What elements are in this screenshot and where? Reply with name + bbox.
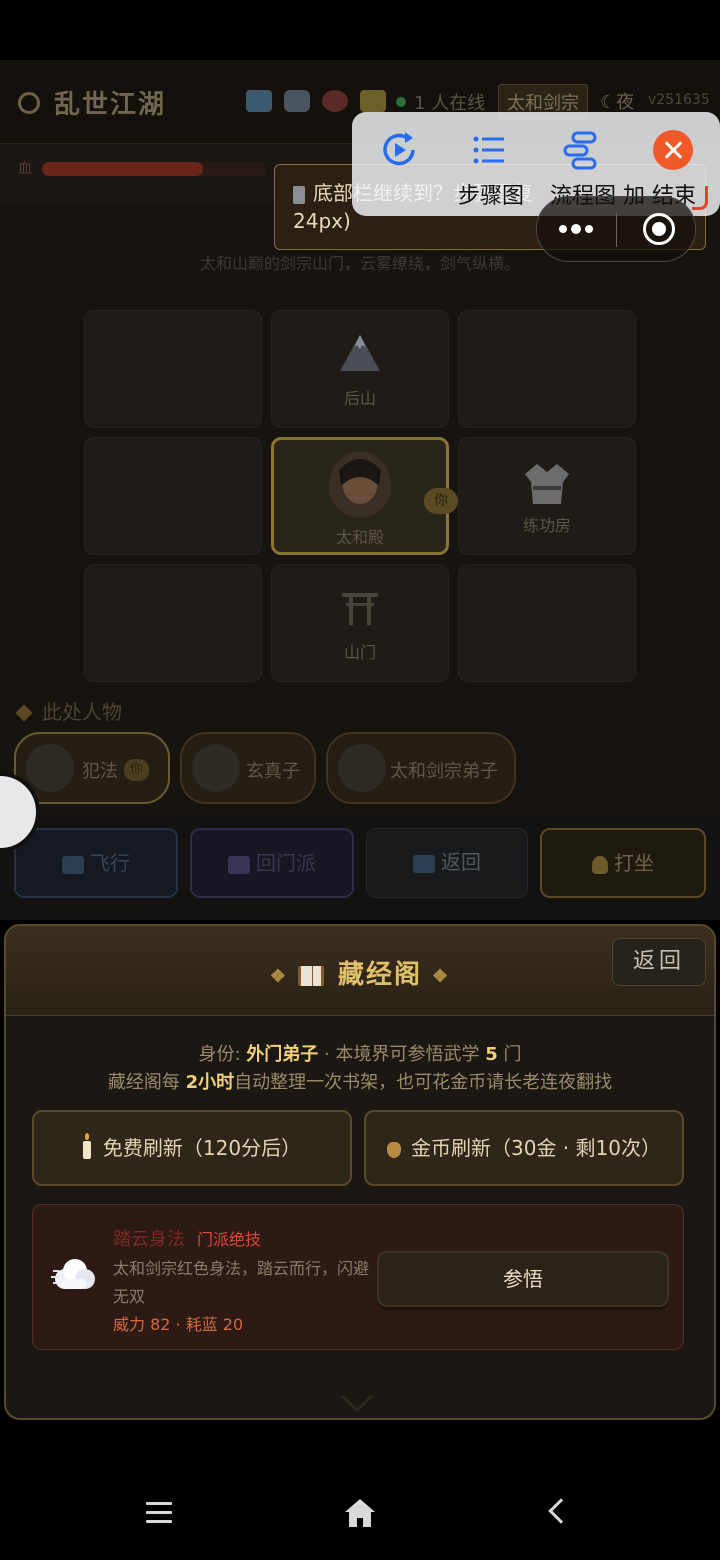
more-icon[interactable] bbox=[557, 221, 597, 237]
skill-name: 踏云身法 bbox=[113, 1229, 185, 1250]
hp-bar bbox=[42, 162, 266, 176]
end-button[interactable] bbox=[638, 130, 708, 170]
map-tile-mountain-gate[interactable]: 山门 bbox=[271, 564, 449, 682]
map-icon bbox=[62, 855, 84, 874]
modal-title: ❖ 藏经阁 ❖ bbox=[269, 960, 451, 990]
identity-info: 身份: 外门弟子 · 本境界可参悟武学 5 门 bbox=[198, 1044, 522, 1065]
npc-chip[interactable]: 玄真子 bbox=[180, 732, 316, 804]
candle-icon bbox=[82, 1132, 91, 1159]
screen: 乱世江湖 1 人在线 太和剑宗 ☾夜 v251635 血 太和山巅的剑宗山门，云… bbox=[0, 0, 720, 1560]
npc-name: 犯法 bbox=[82, 761, 118, 782]
map-tile-empty bbox=[84, 437, 262, 555]
map-tile-training-room[interactable]: 练功房 bbox=[458, 437, 636, 555]
fly-button[interactable]: 飞行 bbox=[14, 828, 178, 898]
cloud-icon bbox=[51, 1259, 95, 1289]
robe-icon bbox=[525, 464, 569, 504]
time-of-day: ☾夜 bbox=[600, 92, 635, 113]
map-tile-empty bbox=[458, 310, 636, 428]
capsule-divider bbox=[616, 213, 617, 247]
mountain-icon bbox=[340, 335, 380, 371]
skill-description: 太和剑宗红色身法，踏云而行，闪避无双 bbox=[113, 1259, 370, 1306]
modal-back-button[interactable]: 返回 bbox=[612, 938, 706, 986]
status-bar bbox=[0, 0, 720, 60]
diamond-icon bbox=[15, 704, 33, 722]
chat-icon[interactable] bbox=[284, 90, 310, 112]
flowchart-icon bbox=[563, 131, 597, 170]
miniprogram-capsule bbox=[536, 196, 696, 262]
npc-avatar bbox=[338, 744, 386, 792]
npc-avatar bbox=[26, 744, 74, 792]
system-nav-bar bbox=[0, 1424, 720, 1560]
steps-label: 步骤图 bbox=[458, 184, 525, 209]
hp-bar-fill bbox=[42, 162, 204, 176]
map-tile-empty bbox=[84, 564, 262, 682]
map-tile-back-mountain[interactable]: 后山 bbox=[271, 310, 449, 428]
refresh-info: 藏经阁每 2小时自动整理一次书架，也可花金币请长老连夜翻找 bbox=[107, 1072, 613, 1093]
map-tile-label: 后山 bbox=[343, 389, 376, 408]
back-button[interactable]: 返回 bbox=[366, 828, 528, 898]
game-title: 乱世江湖 bbox=[54, 90, 167, 120]
npc-avatar bbox=[192, 744, 240, 792]
back-nav-icon[interactable] bbox=[548, 1498, 574, 1524]
list-icon bbox=[473, 136, 504, 164]
npc-chip[interactable]: 太和剑宗弟子 bbox=[326, 732, 516, 804]
home-icon[interactable] bbox=[344, 1498, 376, 1528]
corner-marker bbox=[692, 186, 708, 210]
map-tile-current-hall[interactable]: 太和殿 bbox=[271, 437, 449, 555]
action-bar: 飞行 回门派 返回 打坐 bbox=[0, 816, 720, 920]
map-tile-empty bbox=[458, 564, 636, 682]
hp-label: 血 bbox=[18, 161, 32, 177]
npc-name: 太和剑宗弟子 bbox=[390, 761, 498, 782]
flow-button[interactable] bbox=[546, 130, 616, 174]
library-modal: ❖ 藏经阁 ❖ 返回 身份: 外门弟子 · 本境界可参悟武学 5 门 藏经阁每 2小… bbox=[4, 924, 716, 1420]
version-label: v251635 bbox=[648, 92, 710, 108]
back-arrow-icon bbox=[413, 854, 435, 873]
gold-refresh-button[interactable]: 金币刷新（30金 · 剩10次） bbox=[364, 1110, 684, 1186]
people-section-title: 此处人物 bbox=[15, 696, 122, 725]
ornament-icon: ❖ bbox=[269, 965, 288, 987]
player-portrait bbox=[329, 452, 391, 518]
book-icon bbox=[297, 966, 324, 986]
map-icon[interactable] bbox=[246, 90, 272, 112]
you-badge: 你 bbox=[424, 488, 458, 514]
npc-badge: 你 bbox=[124, 759, 150, 781]
comprehend-button[interactable]: 参悟 bbox=[377, 1251, 669, 1307]
skill-card: 踏云身法 门派绝技 太和剑宗红色身法，踏云而行，闪避无双 威力 82 · 耗蓝 … bbox=[32, 1204, 684, 1350]
skill-stats: 威力 82 · 耗蓝 20 bbox=[113, 1315, 244, 1334]
npc-name: 玄真子 bbox=[246, 761, 300, 782]
yin-yang-logo-icon bbox=[18, 92, 40, 114]
npc-chip[interactable]: 犯法 你 bbox=[14, 732, 170, 804]
recent-apps-icon[interactable] bbox=[146, 1502, 172, 1524]
map-tile-label: 太和殿 bbox=[335, 528, 384, 547]
modal-header: ❖ 藏经阁 ❖ 返回 bbox=[6, 926, 714, 1016]
replay-button[interactable] bbox=[364, 130, 434, 174]
map-tile-label: 山门 bbox=[343, 643, 376, 662]
skill-tag: 门派绝技 bbox=[197, 1230, 262, 1249]
temple-icon bbox=[228, 855, 250, 874]
close-icon bbox=[653, 130, 693, 170]
money-bag-icon bbox=[387, 1141, 401, 1158]
free-refresh-button[interactable]: 免费刷新（120分后） bbox=[32, 1110, 352, 1186]
close-miniprogram-icon[interactable] bbox=[643, 213, 675, 245]
mute-icon[interactable] bbox=[322, 90, 348, 112]
map-tile-label: 练功房 bbox=[522, 516, 571, 535]
tooltip-text-2: 24px) bbox=[293, 209, 351, 233]
phone-icon bbox=[293, 185, 305, 204]
ornament-icon: ❖ bbox=[432, 965, 451, 987]
steps-button[interactable] bbox=[454, 130, 524, 174]
meditate-button[interactable]: 打坐 bbox=[540, 828, 706, 898]
map-tile-empty bbox=[84, 310, 262, 428]
torii-gate-icon bbox=[342, 593, 378, 625]
online-status-dot bbox=[396, 97, 406, 107]
gift-icon[interactable] bbox=[360, 90, 386, 112]
chevron-down-icon[interactable] bbox=[341, 1381, 373, 1413]
meditate-icon bbox=[592, 855, 608, 874]
return-sect-button[interactable]: 回门派 bbox=[190, 828, 354, 898]
replay-icon bbox=[383, 132, 415, 166]
